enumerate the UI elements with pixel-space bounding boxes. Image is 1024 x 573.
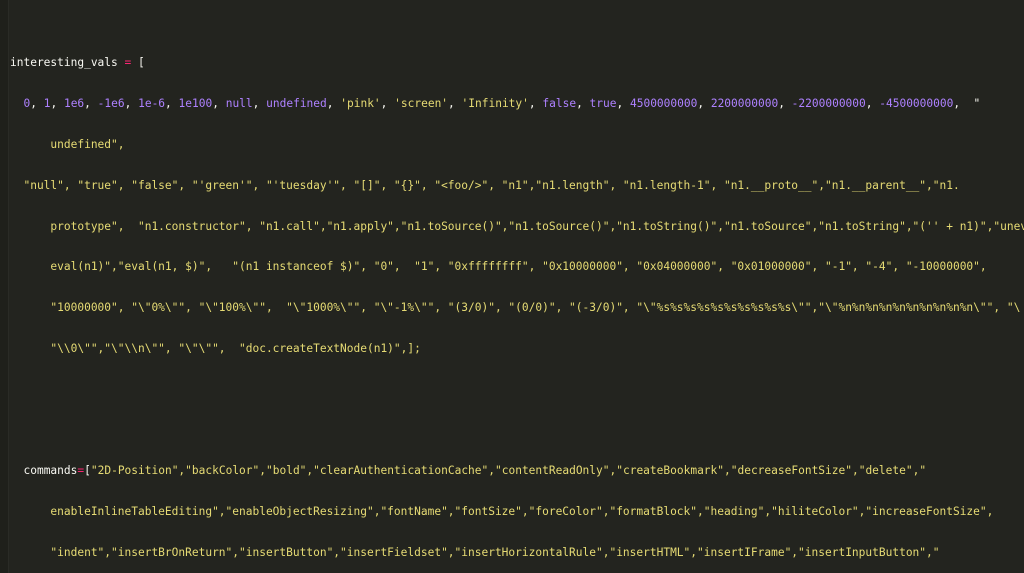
code-content[interactable]: interesting_vals = [ 0, 1, 1e6, -1e6, 1e…: [10, 2, 1024, 573]
code-line: undefined",: [10, 137, 125, 151]
code-line: enableInlineTableEditing","enableObjectR…: [10, 504, 994, 518]
code-line: "\\0\"","\"\\n\"", "\"\"", "doc.createTe…: [10, 341, 421, 355]
variable-name-interesting-vals: interesting_vals: [10, 56, 118, 70]
open-bracket: [: [84, 464, 91, 478]
open-bracket: [: [138, 56, 145, 70]
code-editor[interactable]: interesting_vals = [ 0, 1, 1e6, -1e6, 1e…: [0, 0, 1024, 573]
code-line: "10000000", "\"0%\"", "\"100%\"", "\"100…: [10, 301, 1021, 315]
code-line: interesting_vals = [: [10, 56, 1024, 70]
editor-gutter: [0, 0, 9, 573]
code-line: prototype", "n1.constructor", "n1.call",…: [10, 219, 1024, 233]
code-line: commands=["2D-Position","backColor","bol…: [10, 464, 1024, 478]
code-line: "null", "true", "false", "'green'", "'tu…: [10, 178, 960, 192]
assign-operator: =: [117, 56, 138, 70]
code-line: eval(n1)","eval(n1, $)", "(n1 instanceof…: [10, 260, 987, 274]
code-line-text: "2D-Position","backColor","bold","clearA…: [90, 464, 927, 478]
code-line: 0, 1, 1e6, -1e6, 1e-6, 1e100, null, unde…: [23, 97, 981, 111]
code-line: "indent","insertBrOnReturn","insertButto…: [10, 545, 940, 559]
variable-name-commands: commands: [23, 464, 78, 478]
